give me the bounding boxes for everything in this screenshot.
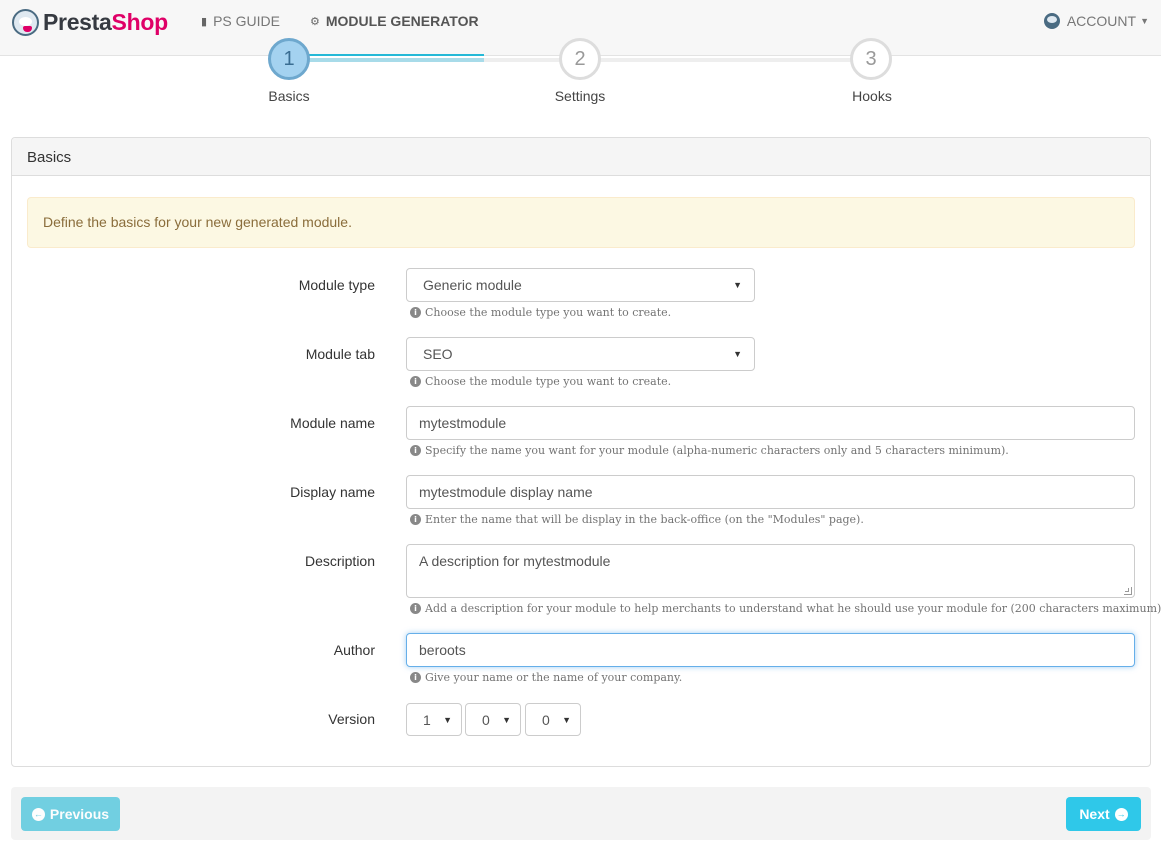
book-icon: ▮ — [201, 15, 208, 28]
module-name-input[interactable]: mytestmodule — [406, 406, 1135, 440]
caret-down-icon: ▼ — [1140, 16, 1149, 26]
author-input[interactable]: beroots — [406, 633, 1135, 667]
module-tab-label: Module tab — [305, 346, 375, 362]
select-caret-icon: ▼ — [733, 280, 742, 290]
step-1-circle: 1 — [268, 38, 310, 80]
select-caret-icon: ▼ — [502, 714, 511, 725]
version-patch-select[interactable]: 0 ▼ — [525, 703, 581, 736]
module-name-label: Module name — [290, 415, 375, 431]
wizard-footer: ← Previous Next → — [11, 787, 1151, 840]
nav-ps-guide[interactable]: ▮ PS GUIDE — [201, 13, 280, 29]
author-label: Author — [333, 642, 375, 658]
version-minor-select[interactable]: 0 ▼ — [465, 703, 521, 736]
info-circle-icon: i — [410, 672, 421, 683]
info-circle-icon: i — [410, 445, 421, 456]
description-textarea[interactable]: A description for mytestmodule — [406, 544, 1135, 598]
brand-name: PrestaShop — [43, 8, 168, 35]
display-name-help: i Enter the name that will be display in… — [410, 513, 864, 526]
prestashop-logo-icon — [12, 8, 39, 36]
progress-line-pending — [484, 58, 871, 62]
info-circle-icon: i — [410, 307, 421, 318]
arrow-left-circle-icon: ← — [31, 807, 45, 821]
display-name-input[interactable]: mytestmodule display name — [406, 475, 1135, 509]
module-type-help: i Choose the module type you want to cre… — [410, 306, 671, 319]
version-label: Version — [328, 711, 375, 727]
step-1-label: Basics — [268, 88, 310, 104]
info-circle-icon: i — [410, 514, 421, 525]
author-help: i Give your name or the name of your com… — [410, 671, 682, 684]
display-name-label: Display name — [290, 484, 375, 500]
account-avatar-icon — [1043, 13, 1060, 29]
info-circle-icon: i — [410, 376, 421, 387]
info-alert: Define the basics for your new generated… — [27, 197, 1135, 248]
module-name-help: i Specify the name you want for your mod… — [410, 444, 1009, 457]
module-tab-select[interactable]: SEO ▼ — [406, 337, 755, 371]
select-caret-icon: ▼ — [733, 349, 742, 359]
previous-button[interactable]: ← Previous — [21, 797, 120, 831]
nav-module-generator[interactable]: ⚙ MODULE GENERATOR — [310, 13, 479, 29]
info-circle-icon: i — [410, 603, 421, 614]
next-button[interactable]: Next → — [1066, 797, 1141, 831]
select-caret-icon: ▼ — [562, 714, 571, 725]
module-type-label: Module type — [298, 277, 375, 293]
module-tab-help: i Choose the module type you want to cre… — [410, 375, 671, 388]
step-3-circle: 3 — [850, 38, 892, 80]
arrow-right-circle-icon: → — [1114, 807, 1128, 821]
description-help: i Add a description for your module to h… — [410, 602, 1161, 615]
resize-grip-icon[interactable] — [1124, 587, 1132, 595]
step-2-circle: 2 — [559, 38, 601, 80]
brand-logo-link[interactable]: PrestaShop — [12, 8, 168, 36]
step-2-label: Settings — [554, 88, 606, 104]
module-type-select[interactable]: Generic module ▼ — [406, 268, 755, 302]
step-3-label: Hooks — [852, 88, 892, 104]
gears-icon: ⚙ — [310, 15, 320, 28]
progress-line-done — [289, 58, 484, 62]
description-label: Description — [304, 553, 375, 569]
basics-panel: Basics Define the basics for your new ge… — [11, 137, 1161, 767]
version-major-select[interactable]: 1 ▼ — [406, 703, 462, 736]
active-nav-indicator — [295, 54, 484, 56]
select-caret-icon: ▼ — [443, 714, 452, 725]
account-dropdown[interactable]: ACCOUNT ▼ — [1043, 13, 1149, 29]
panel-title: Basics — [12, 138, 1150, 176]
